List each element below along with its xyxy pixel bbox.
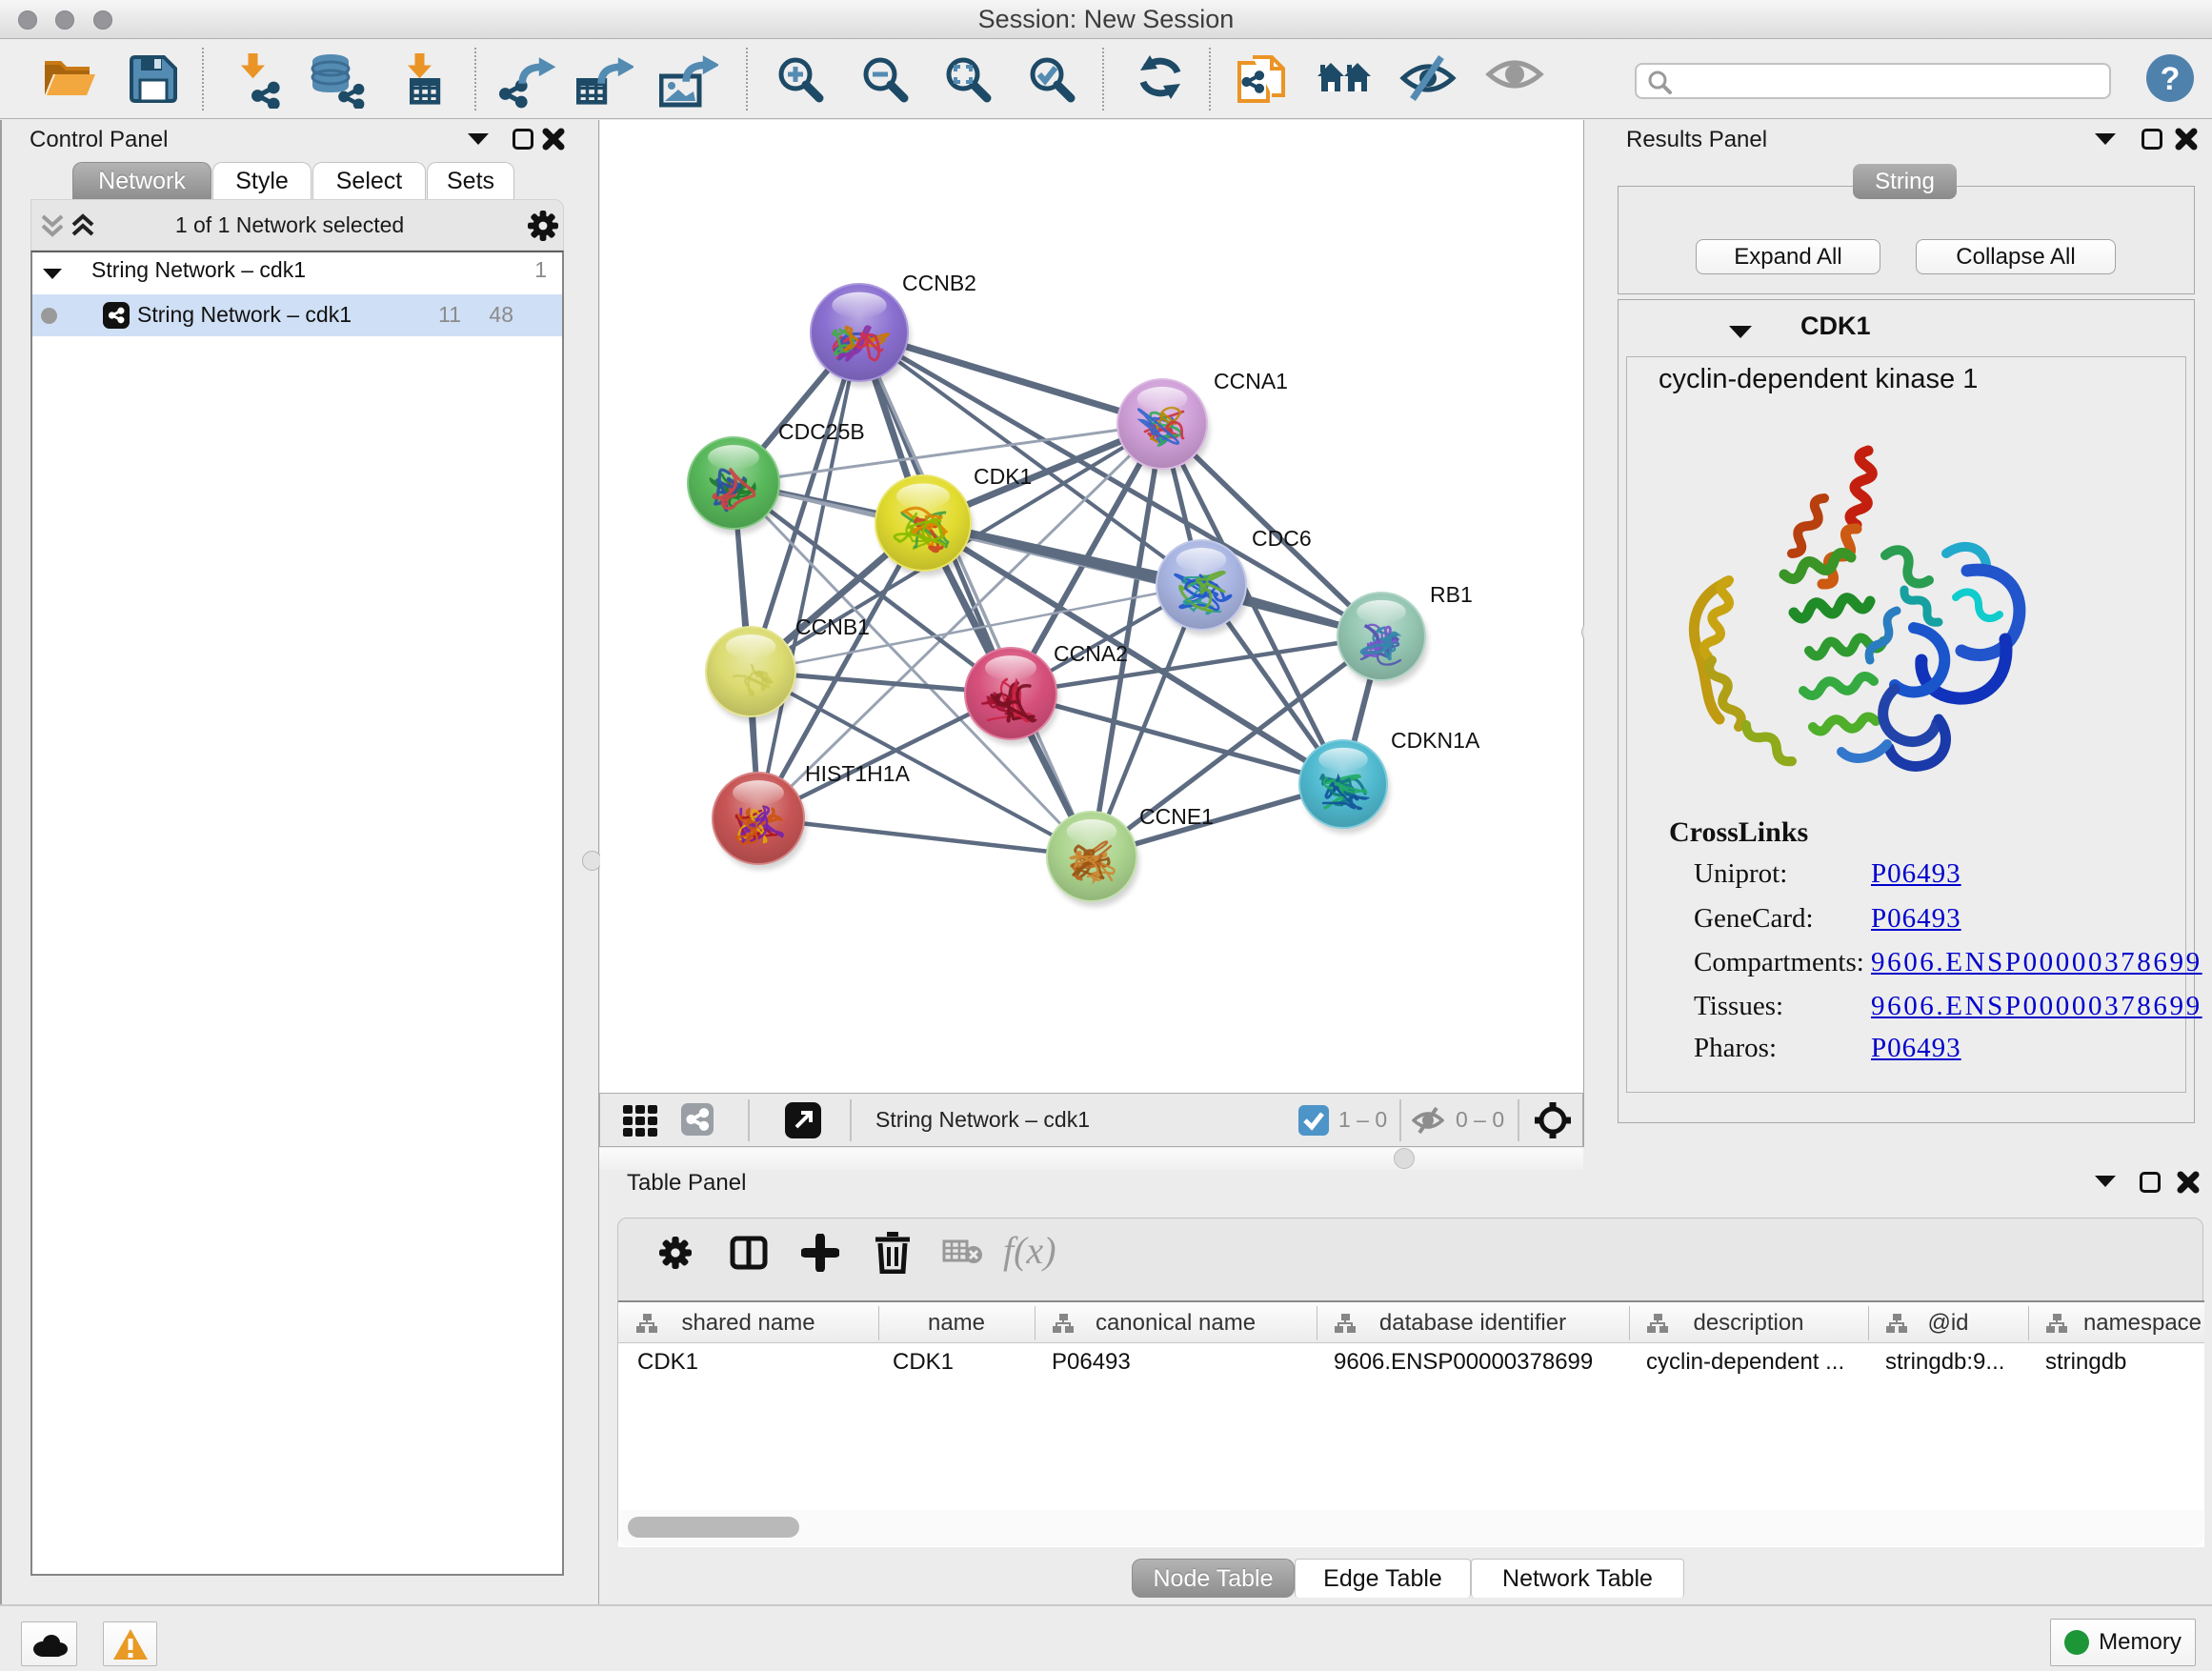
svg-text:CCNA1: CCNA1 <box>1214 369 1288 393</box>
svg-text:RB1: RB1 <box>1430 582 1473 607</box>
svg-text:CDC6: CDC6 <box>1252 526 1312 551</box>
svg-text:CDK1: CDK1 <box>974 464 1032 489</box>
svg-text:CCNB2: CCNB2 <box>902 271 976 295</box>
svg-text:?: ? <box>2161 61 2181 97</box>
svg-text:HIST1H1A: HIST1H1A <box>805 761 911 786</box>
svg-text:CCNE1: CCNE1 <box>1139 804 1214 829</box>
svg-text:CCNB1: CCNB1 <box>795 614 870 639</box>
svg-text:CDC25B: CDC25B <box>778 419 865 444</box>
svg-text:CDKN1A: CDKN1A <box>1391 728 1480 753</box>
svg-text:CCNA2: CCNA2 <box>1054 641 1128 666</box>
